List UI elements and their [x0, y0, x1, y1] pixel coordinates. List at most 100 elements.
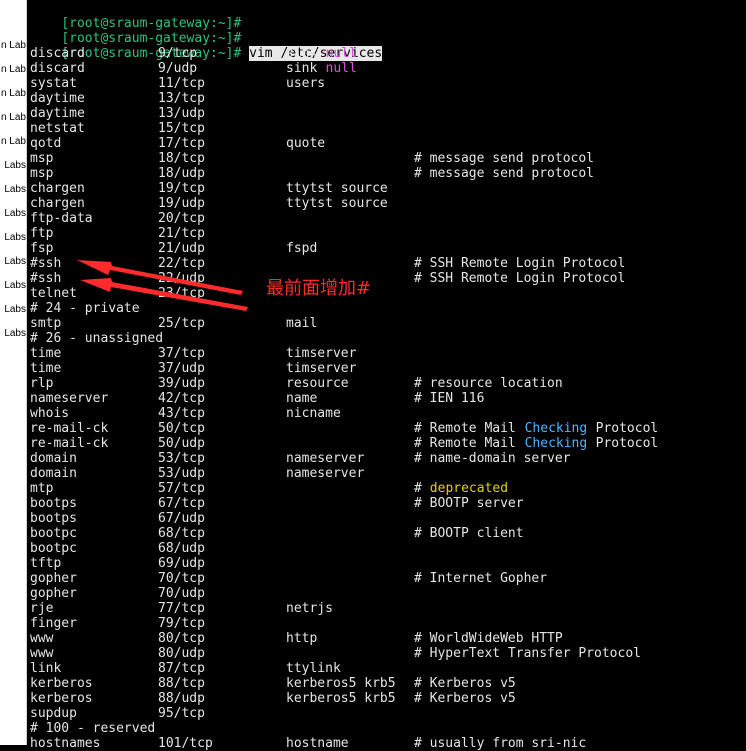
sidebar-item[interactable]: n Lab [0, 40, 26, 52]
service-name: msp [30, 166, 54, 181]
service-aliases: ttylink [286, 661, 341, 676]
service-aliases: sink [286, 46, 318, 61]
service-port: 21/tcp [158, 226, 205, 241]
service-port: 88/tcp [158, 676, 205, 691]
sidebar-item[interactable]: Labs [0, 208, 26, 220]
sidebar-item-label: Labs [4, 184, 26, 195]
sidebar-item-label: n Lab [0, 88, 26, 99]
service-name: tftp [30, 556, 62, 571]
service-port: 43/tcp [158, 406, 205, 421]
sidebar-item-label: Labs [4, 280, 26, 291]
service-port: 87/tcp [158, 661, 205, 676]
service-name: gopher [30, 571, 77, 586]
service-name: ftp [30, 226, 54, 241]
service-comment: # SSH Remote Login Protocol [414, 271, 626, 286]
annotation-label: 最前面增加# [266, 278, 372, 299]
sidebar-item[interactable]: Labs [0, 256, 26, 268]
service-port: 21/udp [158, 241, 205, 256]
service-comment: # IEN 116 [414, 391, 485, 406]
comment-line: # 100 - reserved [30, 721, 156, 736]
service-aliases: hostname [286, 736, 349, 751]
service-name: rje [30, 601, 54, 616]
service-name: systat [30, 76, 77, 91]
service-comment: Protocol [587, 421, 659, 436]
service-name: hostnames [30, 736, 101, 751]
service-name: chargen [30, 181, 85, 196]
sidebar-item[interactable]: Labs [0, 328, 26, 340]
service-comment: # SSH Remote Login Protocol [414, 256, 626, 271]
service-port: 37/tcp [158, 346, 205, 361]
service-comment: # BOOTP server [414, 496, 524, 511]
service-port: 9/tcp [158, 46, 198, 61]
sidebar-item[interactable]: Labs [0, 160, 26, 172]
service-name: mtp [30, 481, 54, 496]
service-aliases: fspd [286, 241, 318, 256]
service-aliases: quote [286, 136, 326, 151]
shell-prompt: [root@sraum-gateway:~]# [61, 46, 242, 61]
service-name: msp [30, 151, 54, 166]
service-comment: # [414, 481, 430, 496]
service-port: 13/udp [158, 106, 205, 121]
sidebar-item[interactable]: n Lab [0, 64, 26, 76]
service-name: #ssh [30, 256, 62, 271]
service-port: 80/udp [158, 646, 205, 661]
sidebar-item-label: Labs [4, 328, 26, 339]
service-name: bootps [30, 511, 77, 526]
service-port: 13/tcp [158, 91, 205, 106]
comment-keyword: deprecated [429, 481, 509, 496]
service-port: 37/udp [158, 361, 205, 376]
service-port: 19/udp [158, 196, 205, 211]
service-port: 22/udp [158, 271, 205, 286]
service-port: 20/tcp [158, 211, 205, 226]
service-aliases: resource [286, 376, 349, 391]
comment-line: # 24 - private [30, 301, 140, 316]
prompt-line-1: [root@sraum-gateway:~]# [30, 1, 241, 31]
service-aliases: kerberos5 krb5 [286, 676, 396, 691]
service-name: discard [30, 61, 85, 76]
service-name: time [30, 361, 62, 376]
sidebar-item-label: Labs [4, 232, 26, 243]
service-aliases: name [286, 391, 318, 406]
service-name: link [30, 661, 62, 676]
service-name: supdup [30, 706, 77, 721]
service-port: 68/tcp [158, 526, 205, 541]
sidebar-item-label: Labs [4, 256, 26, 267]
service-port: 11/tcp [158, 76, 205, 91]
service-name: rlp [30, 376, 54, 391]
service-name: #ssh [30, 271, 62, 286]
service-comment: # resource location [414, 376, 563, 391]
sidebar-panel: n Lab n Lab n Lab n Lab n Lab Labs Labs Labs Lab… [0, 0, 27, 745]
service-name: daytime [30, 106, 85, 121]
service-comment: # name-domain server [414, 451, 571, 466]
service-name: qotd [30, 136, 62, 151]
service-port: 57/tcp [158, 481, 205, 496]
sidebar-item-label: n Lab [0, 136, 26, 147]
sidebar-item[interactable]: Labs [0, 280, 26, 292]
service-port: 68/udp [158, 541, 205, 556]
service-name: domain [30, 451, 77, 466]
sidebar-item[interactable]: Labs [0, 232, 26, 244]
sidebar-item-label: n Lab [0, 112, 26, 123]
sidebar-item[interactable]: Labs [0, 184, 26, 196]
service-port: 88/udp [158, 691, 205, 706]
service-comment: # Kerberos v5 [414, 676, 516, 691]
service-port: 22/tcp [158, 256, 205, 271]
service-name: discard [30, 46, 85, 61]
service-port: 18/udp [158, 166, 205, 181]
service-comment: # message send protocol [414, 166, 595, 181]
service-name: kerberos [30, 691, 93, 706]
service-name: re-mail-ck [30, 421, 109, 436]
sidebar-item[interactable]: n Lab [0, 88, 26, 100]
service-aliases: ttytst source [286, 181, 388, 196]
sidebar-item[interactable]: n Lab [0, 136, 26, 148]
alias-keyword: null [325, 46, 357, 61]
service-port: 53/udp [158, 466, 205, 481]
sidebar-item[interactable]: Labs [0, 304, 26, 316]
sidebar-item[interactable]: n Lab [0, 112, 26, 124]
service-name: daytime [30, 91, 85, 106]
service-aliases: timserver [286, 346, 357, 361]
service-name: domain [30, 466, 77, 481]
service-port: 70/udp [158, 586, 205, 601]
terminal-window[interactable]: [root@sraum-gateway:~]# [root@sraum-gate… [30, 0, 746, 751]
service-comment: # Internet Gopher [414, 571, 548, 586]
